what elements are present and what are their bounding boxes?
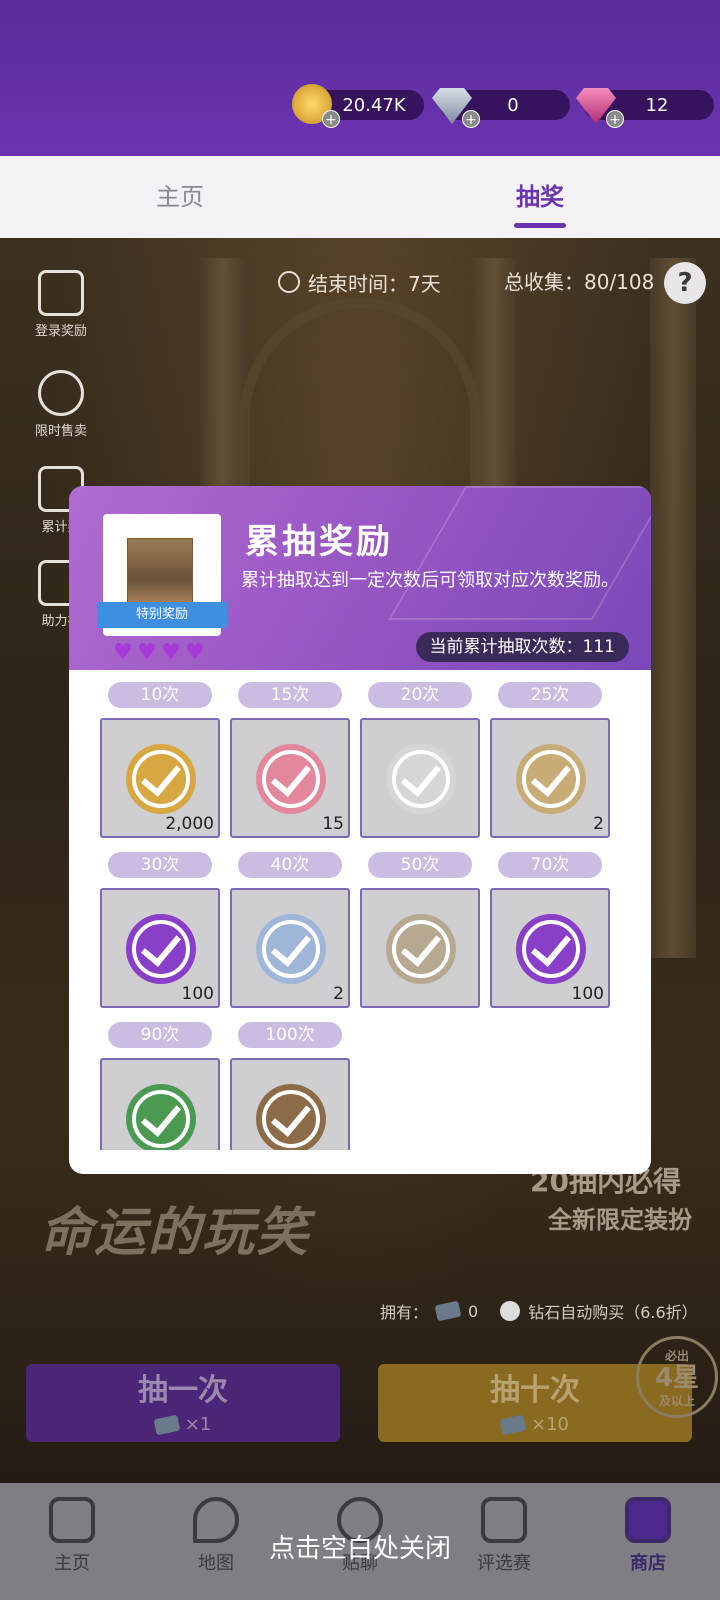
claimed-check-icon	[262, 920, 320, 978]
scene-card-image	[127, 538, 193, 608]
badge-top: 必出	[664, 1349, 689, 1363]
side-button-label: 登录奖励	[34, 324, 87, 339]
auto-buy-radio[interactable]	[500, 1301, 521, 1321]
special-reward-ribbon: 特别奖励	[97, 602, 227, 628]
help-button[interactable]: ?	[664, 262, 706, 304]
claimed-check-icon	[522, 750, 580, 808]
claimed-check-icon	[262, 1090, 320, 1148]
auto-buy-label[interactable]: 钻石自动购买（6.6折）	[528, 1299, 697, 1323]
reward-box: 15	[230, 718, 350, 838]
modal-description: 累计抽取达到一定次数后可领取对应次数奖励。	[241, 570, 619, 591]
tab-home[interactable]: 主页	[0, 156, 360, 238]
clock-icon	[278, 271, 300, 293]
tab-bar: 主页 抽奖	[0, 156, 720, 238]
claimed-check-icon	[392, 750, 450, 808]
reward-box: 2	[230, 888, 350, 1008]
reward-quantity: 2	[593, 814, 604, 834]
reward-threshold: 40次	[238, 852, 342, 878]
side-button-label: 限时售卖	[34, 424, 87, 439]
end-time-text: 结束时间：7天	[308, 271, 441, 296]
reward-quantity: 100	[571, 984, 604, 1004]
heart-rating: ♥ ♥ ♥ ♥	[113, 642, 207, 664]
reward-threshold: 25次	[498, 682, 602, 708]
heart-icon: ♥	[161, 640, 181, 665]
side-button-limited-sale[interactable]: 限时售卖	[26, 370, 96, 439]
reward-threshold: 10次	[108, 682, 212, 708]
claimed-check-icon	[132, 1090, 190, 1148]
reward-threshold: 20次	[368, 682, 472, 708]
reward-box: 100	[100, 888, 220, 1008]
owned-label: 拥有：	[380, 1303, 429, 1322]
end-time: 结束时间：7天	[278, 262, 441, 302]
draw-ten-cost: ×10	[531, 1414, 569, 1435]
owned-count: 0	[468, 1301, 479, 1321]
heart-icon: ♥	[137, 640, 157, 665]
plus-icon[interactable]: +	[462, 110, 480, 128]
ticket-icon	[153, 1414, 181, 1435]
promo-outfit: 全新限定装扮	[548, 1206, 692, 1234]
tab-lottery[interactable]: 抽奖	[360, 156, 720, 238]
claimed-check-icon	[262, 750, 320, 808]
reward-threshold: 70次	[498, 852, 602, 878]
gold-value: 20.47K	[342, 94, 406, 116]
reward-box: 100	[490, 888, 610, 1008]
side-button-login-reward[interactable]: 登录奖励	[26, 270, 96, 339]
collection-progress: 总收集：80/108	[504, 270, 655, 294]
reward-threshold: 100次	[238, 1022, 342, 1048]
reward-threshold: 90次	[108, 1022, 212, 1048]
heart-icon: ♥	[113, 640, 133, 665]
four-star-badge: 必出 4星 及以上	[636, 1336, 718, 1418]
reward-quantity: 2,000	[165, 814, 214, 834]
badge-bottom: 及以上	[658, 1394, 695, 1408]
currency-diamond[interactable]: + 0	[432, 88, 570, 128]
reward-box: 2,000	[100, 718, 220, 838]
claimed-check-icon	[132, 750, 190, 808]
reward-threshold: 50次	[368, 852, 472, 878]
pillar-decoration	[650, 258, 696, 958]
reward-box	[360, 888, 480, 1008]
reward-box	[360, 718, 480, 838]
close-hint[interactable]: 点击空白处关闭	[0, 1528, 720, 1565]
plus-icon[interactable]: +	[322, 110, 340, 128]
plus-icon[interactable]: +	[606, 110, 624, 128]
reward-box	[230, 1058, 350, 1150]
claimed-check-icon	[392, 920, 450, 978]
ticket-icon	[499, 1414, 527, 1435]
ticket-icon	[434, 1300, 462, 1322]
currency-gem[interactable]: + 12	[576, 88, 714, 128]
reward-threshold: 30次	[108, 852, 212, 878]
diamond-value: 0	[507, 94, 519, 116]
reward-box	[100, 1058, 220, 1150]
heart-icon: ♥	[185, 640, 205, 665]
top-bar: + 20.47K + 0 + 12	[0, 0, 720, 156]
cumulative-reward-modal: 特别奖励 ♥ ♥ ♥ ♥ 累抽奖励 累计抽取达到一定次数后可领取对应次数奖励。 当前累…	[69, 486, 651, 1174]
modal-header: 特别奖励 ♥ ♥ ♥ ♥ 累抽奖励 累计抽取达到一定次数后可领取对应次数奖励。 当前累…	[69, 486, 651, 670]
claimed-check-icon	[132, 920, 190, 978]
draw-once-button[interactable]: 抽一次 ×1	[26, 1364, 340, 1442]
draw-count: 当前累计抽取次数：111	[415, 632, 629, 662]
reward-grid: 10次 2,000 15次 15 20次 25次 2 30次 100 40次 2 50次 70次 100 9…	[69, 670, 651, 1150]
reward-quantity: 100	[181, 984, 214, 1004]
reward-quantity: 15	[322, 814, 344, 834]
timer-icon	[38, 370, 84, 416]
reward-threshold: 15次	[238, 682, 342, 708]
reward-box: 2	[490, 718, 610, 838]
calendar-check-icon	[38, 270, 84, 316]
reward-quantity: 2	[333, 984, 344, 1004]
draw-once-label: 抽一次	[138, 1373, 228, 1408]
draw-once-cost: ×1	[184, 1414, 212, 1435]
owned-row: 拥有： 0 钻石自动购买（6.6折）	[380, 1296, 698, 1326]
event-logo: 命运的玩笑	[40, 1202, 311, 1263]
badge-big: 4星	[654, 1363, 700, 1393]
gem-value: 12	[645, 94, 669, 116]
claimed-check-icon	[522, 920, 580, 978]
event-info-row: 结束时间：7天 总收集：80/108	[0, 262, 720, 302]
modal-title: 累抽奖励	[245, 522, 393, 562]
currency-gold[interactable]: + 20.47K	[292, 84, 424, 128]
